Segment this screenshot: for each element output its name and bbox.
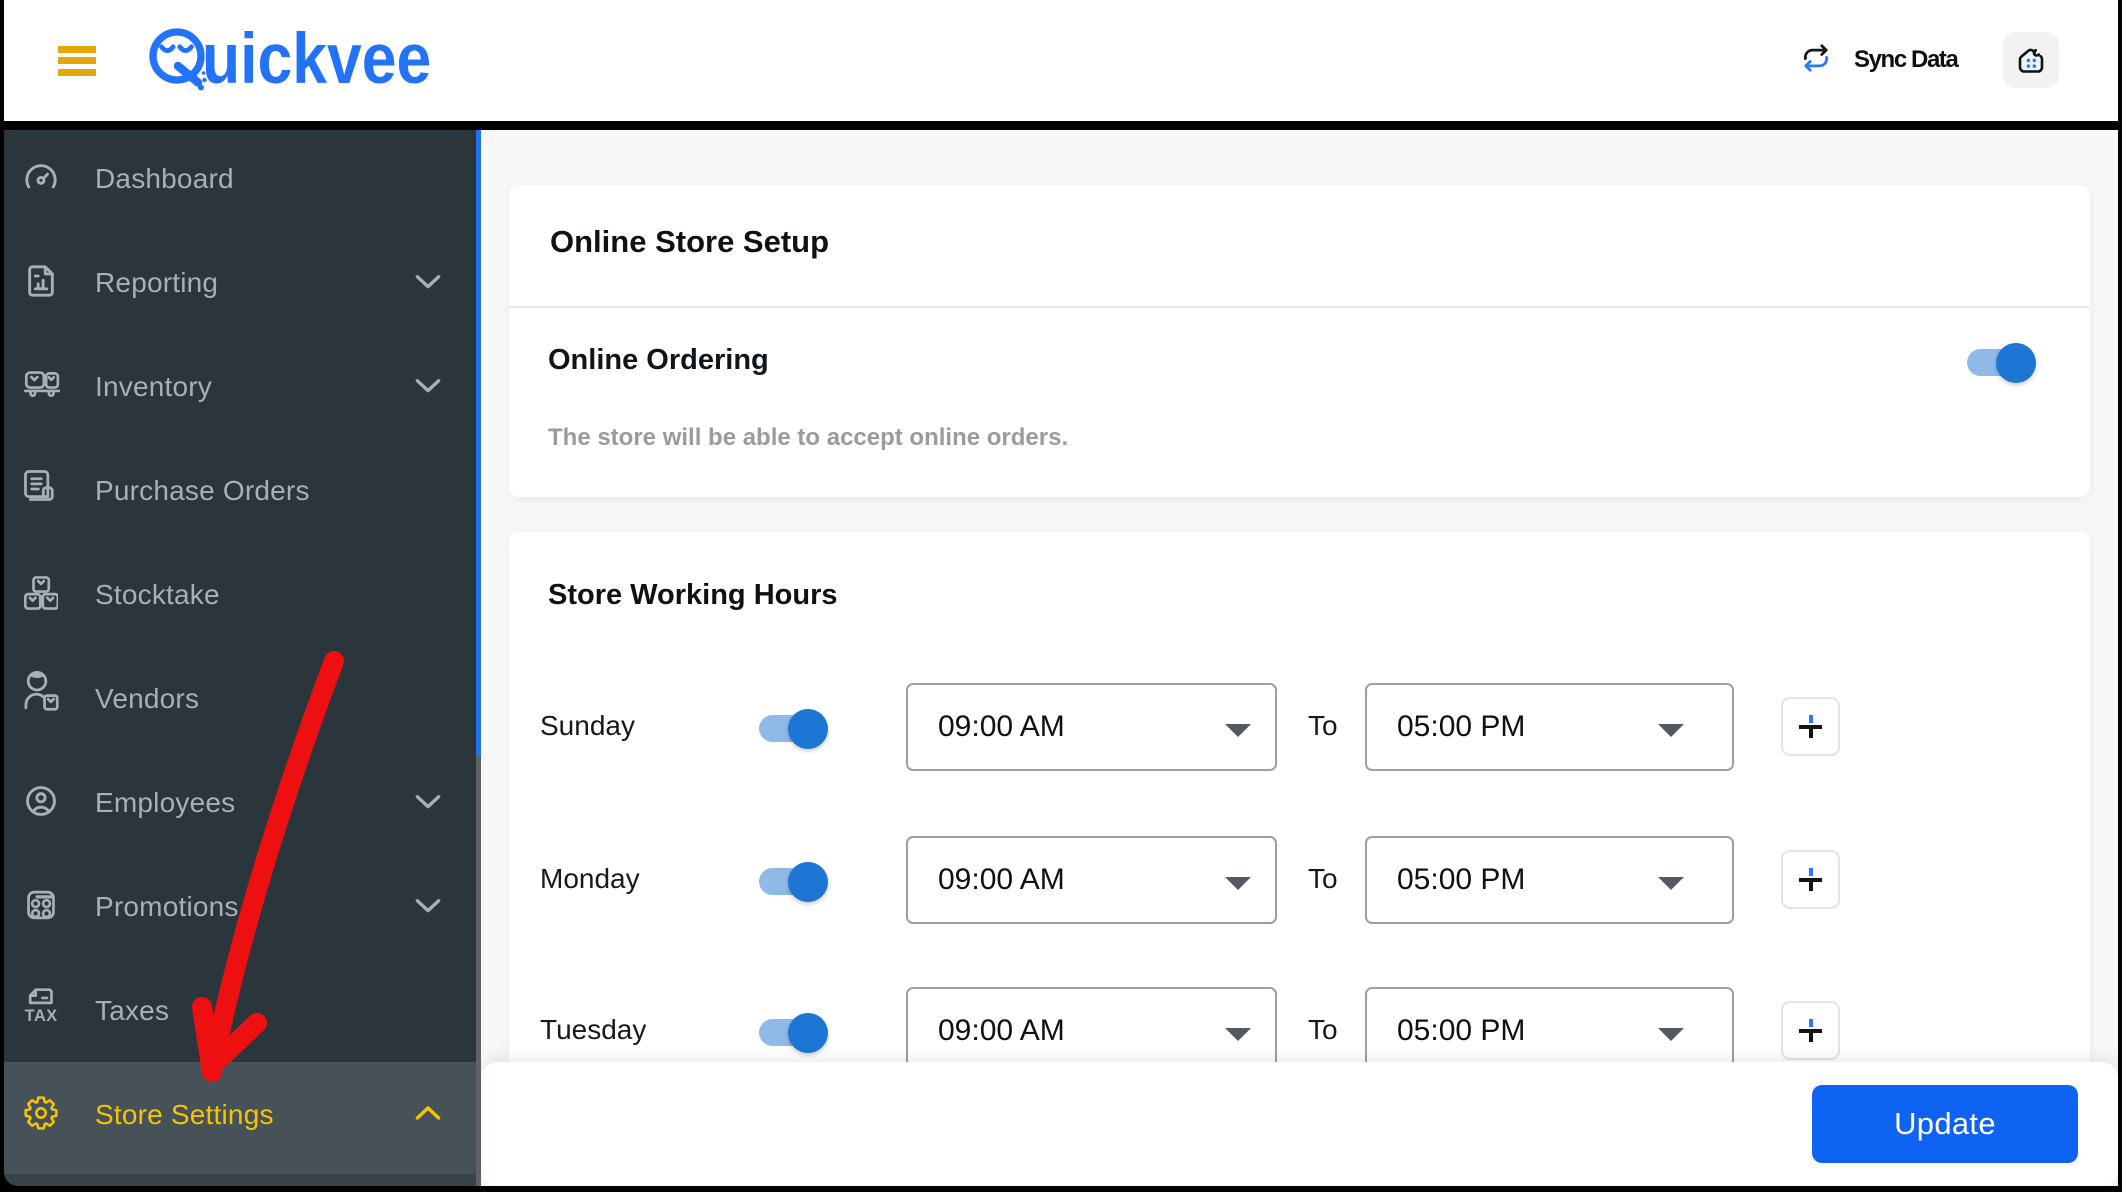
svg-text:TAX: TAX [25,1007,58,1025]
